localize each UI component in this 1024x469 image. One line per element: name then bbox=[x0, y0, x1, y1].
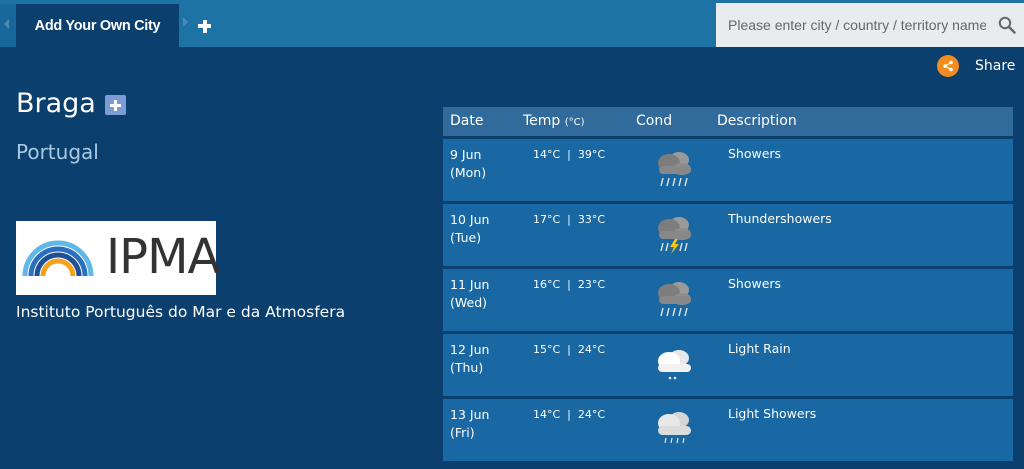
light-showers-icon bbox=[658, 412, 691, 444]
row-description: Showers bbox=[728, 276, 782, 291]
row-date: 12 Jun (Thu) bbox=[450, 341, 489, 377]
share-label: Share bbox=[975, 58, 1016, 74]
forecast-row: 9 Jun (Mon) 14°C | 39°C Showers bbox=[443, 139, 1013, 201]
chevron-left-icon bbox=[4, 19, 9, 29]
row-date-text: 12 Jun bbox=[450, 342, 490, 357]
add-tab-plus-icon[interactable] bbox=[192, 14, 216, 38]
header-date: Date bbox=[450, 113, 484, 129]
row-date: 9 Jun (Mon) bbox=[450, 146, 486, 182]
row-day-text: (Fri) bbox=[450, 425, 475, 440]
header-temp-unit: (°C) bbox=[564, 117, 585, 128]
share-icon bbox=[937, 55, 959, 77]
header-cond: Cond bbox=[636, 113, 673, 129]
row-temp: 15°C | 24°C bbox=[533, 343, 606, 356]
header-temp-label: Temp bbox=[523, 113, 561, 129]
row-date: 10 Jun (Tue) bbox=[450, 211, 489, 247]
row-day-text: (Thu) bbox=[450, 360, 484, 375]
city-name: Braga bbox=[16, 88, 96, 119]
row-description: Light Rain bbox=[728, 341, 791, 356]
row-day-text: (Mon) bbox=[450, 165, 487, 180]
row-date: 13 Jun (Fri) bbox=[450, 406, 489, 442]
row-description: Light Showers bbox=[728, 406, 817, 421]
top-bar: Add Your Own City bbox=[0, 0, 1024, 47]
tab-scroll-left[interactable] bbox=[0, 4, 16, 47]
row-temp: 14°C | 24°C bbox=[533, 408, 606, 421]
city-header: Braga bbox=[16, 88, 126, 119]
thundershowers-icon bbox=[658, 217, 691, 254]
ipma-rainbow-icon bbox=[22, 240, 94, 277]
forecast-row: 13 Jun (Fri) 14°C | 24°C Light Showers bbox=[443, 399, 1013, 461]
row-date-text: 10 Jun bbox=[450, 212, 490, 227]
forecast-row: 10 Jun (Tue) 17°C | 33°C Thundershowers bbox=[443, 204, 1013, 266]
row-description: Thundershowers bbox=[728, 211, 832, 226]
provider-name: Instituto Português do Mar e da Atmosfer… bbox=[16, 303, 346, 321]
forecast-row: 12 Jun (Thu) 15°C | 24°C Light Rain bbox=[443, 334, 1013, 396]
share-button[interactable]: Share bbox=[937, 55, 1015, 77]
tab-label: Add Your Own City bbox=[34, 17, 161, 34]
header-temp: Temp (°C) bbox=[523, 113, 585, 129]
row-temp: 16°C | 23°C bbox=[533, 278, 606, 291]
row-date-text: 9 Jun bbox=[450, 147, 482, 162]
search-icon[interactable] bbox=[998, 16, 1016, 34]
light-rain-icon bbox=[658, 350, 691, 380]
row-temp: 17°C | 33°C bbox=[533, 213, 606, 226]
ipma-logo-text: IPMA bbox=[106, 229, 220, 285]
row-description: Showers bbox=[728, 146, 782, 161]
search-box bbox=[716, 3, 1024, 47]
row-date: 11 Jun (Wed) bbox=[450, 276, 489, 312]
tab-add-your-own-city[interactable]: Add Your Own City bbox=[16, 4, 179, 47]
row-date-text: 13 Jun bbox=[450, 407, 490, 422]
row-temp: 14°C | 39°C bbox=[533, 148, 606, 161]
ipma-logo[interactable]: IPMA bbox=[16, 221, 220, 295]
forecast-row: 11 Jun (Wed) 16°C | 23°C Showers bbox=[443, 269, 1013, 331]
row-day-text: (Tue) bbox=[450, 230, 482, 245]
row-date-text: 11 Jun bbox=[450, 277, 490, 292]
showers-icon bbox=[658, 152, 691, 187]
showers-icon bbox=[658, 282, 691, 317]
forecast-table: Date Temp (°C) Cond Description 9 Jun (Mo… bbox=[443, 107, 1013, 461]
country-name: Portugal bbox=[16, 140, 99, 164]
forecast-header-row: Date Temp (°C) Cond Description bbox=[443, 107, 1013, 136]
header-description: Description bbox=[717, 113, 797, 129]
add-city-plus-icon[interactable] bbox=[104, 95, 126, 115]
chevron-right-icon bbox=[183, 17, 188, 27]
search-input[interactable] bbox=[716, 10, 986, 40]
row-day-text: (Wed) bbox=[450, 295, 488, 310]
